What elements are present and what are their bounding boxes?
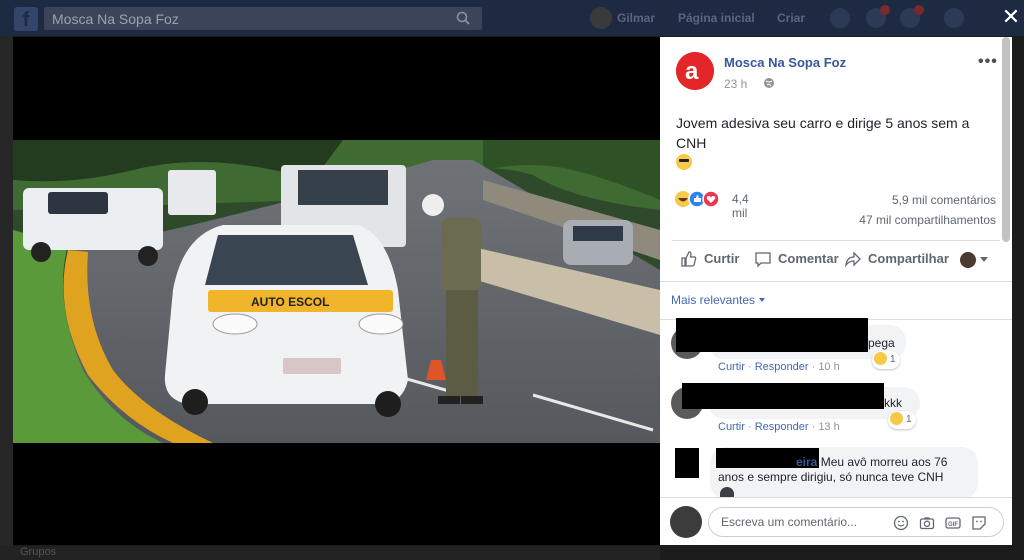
comment-body: Meu avô morreu aos 76 anos e sempre diri… [718,455,948,484]
camera-icon[interactable] [919,515,935,531]
divider [672,240,1000,241]
facebook-logo-icon[interactable]: f [14,7,38,31]
shares-count-link[interactable]: 47 mil compartilhamentos [859,213,996,227]
divider [660,281,1012,282]
photo-illustration: AUTO ESCOL [13,140,660,443]
photo-viewer[interactable]: AUTO ESCOL [13,37,660,545]
svg-text:a: a [685,58,699,85]
page-logo-icon: a [676,52,714,90]
comment-text-end: pega [868,336,895,350]
comment-button[interactable]: Comentar [755,251,839,268]
comment-like-link[interactable]: Curtir [718,361,745,373]
redacted-block [682,383,884,409]
photo-car-text: AUTO ESCOL [251,295,329,309]
backdrop-bottom [0,546,660,560]
comment-text-end: kkk [884,396,902,410]
account-menu-icon[interactable] [974,8,994,28]
emoji-icon[interactable] [893,515,909,531]
post-photo: AUTO ESCOL [13,140,660,443]
share-button[interactable]: Compartilhar [845,251,949,268]
svg-text:GIF: GIF [948,522,958,528]
comment-filter-label: Mais relevantes [671,293,756,307]
backdrop-text: Grupos [20,546,57,558]
comment-input[interactable]: Escreva um comentário... GIF [708,507,1004,537]
reactions-summary[interactable]: 4,4 mil [674,190,749,220]
redacted-block [676,318,868,352]
redacted-avatar [675,448,699,478]
share-icon [845,251,861,268]
more-options-icon[interactable]: ••• [978,53,998,71]
close-icon[interactable]: ✕ [1000,6,1022,28]
comment-button-label: Comentar [778,251,839,266]
post-timestamp[interactable]: 23 h [724,77,747,91]
share-as-avatar[interactable] [960,252,976,268]
comment-text: eira Meu avô morreu aos 76 anos e sempre… [718,455,970,485]
comment-reaction-chip[interactable]: 1 [888,411,916,429]
comment-like-link[interactable]: Curtir [718,421,745,433]
comment-input-placeholder: Escreva um comentário... [721,515,858,529]
comment-reply-link[interactable]: Responder [755,361,809,373]
post-panel: a Mosca Na Sopa Foz 23 h ••• Jovem adesi… [660,37,1012,545]
search-input[interactable]: Mosca Na Sopa Foz [44,7,482,30]
comment-author-fragment[interactable]: eira [796,455,817,469]
friend-requests-icon[interactable] [830,8,850,28]
comment-icon [755,252,771,268]
reaction-count: 4,4 mil [732,192,749,220]
search-input-value: Mosca Na Sopa Foz [52,11,179,27]
comments-count-link[interactable]: 5,9 mil comentários [892,193,996,207]
comment-actions: Curtir · Responder · 10 h [718,361,840,373]
post-text: Jovem adesiva seu carro e dirige 5 anos … [676,113,996,173]
gif-icon[interactable]: GIF [945,515,961,531]
thumbs-up-icon [681,251,697,267]
comment-attachment-icon [720,487,734,497]
comment-reaction-chip[interactable]: 1 [872,351,900,369]
notifications-badge [914,5,924,15]
share-options-caret-icon[interactable] [980,257,988,262]
search-icon[interactable] [456,11,470,25]
comment-reply-link[interactable]: Responder [755,421,809,433]
nav-home[interactable]: Página inicial [678,11,755,25]
comment-timestamp[interactable]: 13 h [818,421,839,433]
messenger-badge [880,5,890,15]
top-navigation-bar: f Mosca Na Sopa Foz Gilmar Página inicia… [0,0,1024,36]
help-icon[interactable] [944,8,964,28]
post-actions: Curtir Comentar Compartilhar [660,247,1012,275]
composer-avatar [670,506,702,538]
nav-create[interactable]: Criar [777,11,805,25]
page-logo-avatar[interactable]: a [676,52,714,90]
backdrop [0,36,13,560]
comment-composer: Escreva um comentário... GIF [660,497,1012,545]
comment-reaction-count: 1 [906,414,912,425]
comment-actions: Curtir · Responder · 13 h [718,421,840,433]
haha-reaction-icon [890,412,903,425]
sticker-icon[interactable] [971,515,987,531]
comment-filter-dropdown[interactable]: Mais relevantes [671,293,766,307]
post-text-body: Jovem adesiva seu carro e dirige 5 anos … [676,115,970,151]
nav-profile-avatar[interactable] [590,7,612,29]
chevron-down-icon [759,298,766,302]
like-button[interactable]: Curtir [681,251,740,267]
page-name-link[interactable]: Mosca Na Sopa Foz [724,55,846,70]
panel-scrollbar[interactable] [1002,37,1010,242]
love-reaction-icon [702,190,720,208]
nav-profile-name[interactable]: Gilmar [617,11,655,25]
like-button-label: Curtir [704,251,740,266]
comment-timestamp[interactable]: 10 h [818,361,839,373]
comment-reaction-count: 1 [890,354,896,365]
share-button-label: Compartilhar [868,251,949,266]
sunglasses-emoji-icon [676,154,692,170]
haha-reaction-icon [874,352,887,365]
globe-icon [764,78,774,88]
